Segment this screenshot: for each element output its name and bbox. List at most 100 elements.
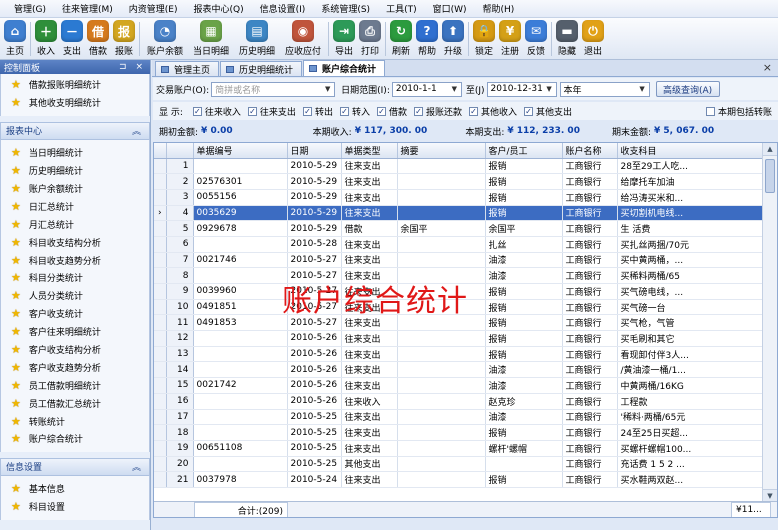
table-cell[interactable] [193,456,288,473]
display-checkbox[interactable]: ✓ 报账还款 [413,105,462,118]
table-cell[interactable] [397,236,486,253]
panel-item[interactable]: ★ 客户收支结构分析 [1,341,149,359]
table-row[interactable]: 5 0929678 2010-5-29 借款 余国平 余国平 工商银行生 活费 [154,220,763,237]
display-checkbox[interactable]: ✓ 其他收入 [469,105,517,118]
table-cell[interactable]: 0055156 [193,189,288,206]
table-row[interactable]: 20 2010-5-25 其他支出 工商银行 充话费 1 5 2 ... [154,456,763,473]
table-cell[interactable]: 0491851 [193,299,288,316]
table-cell[interactable]: 往来支出 [341,236,398,253]
row-number[interactable]: 16 [166,393,194,410]
col-header-customer[interactable]: 客户/员工 [485,143,563,159]
table-cell[interactable]: 油漆 [485,409,563,426]
table-row[interactable]: 12 2010-5-26 往来支出 报销 工商银行 买毛刷和其它 [154,330,763,347]
table-cell[interactable]: 中黄两桶/16KG [617,377,763,394]
panel-item[interactable]: ★ 科目收支结构分析 [1,233,149,251]
toolbar-button-refresh[interactable]: ↻ 刷新 [388,18,414,60]
col-header-account[interactable]: 账户名称 [562,143,618,159]
display-checkbox[interactable]: ✓ 借款 [376,105,407,118]
table-row[interactable]: 18 2010-5-25 往来支出 报销 工商银行 24至25日买超... [154,424,763,441]
table-cell[interactable]: 工商银行 [562,299,618,316]
table-cell[interactable]: 02576301 [193,173,288,190]
table-cell[interactable] [193,409,288,426]
toolbar-button-receivable[interactable]: ◉ 应收应付 [280,18,326,60]
table-cell[interactable]: 往来支出 [341,361,398,379]
chevron-down-icon[interactable]: ▼ [637,84,648,95]
table-cell[interactable]: 2010-5-27 [287,283,342,300]
table-cell[interactable]: 2010-5-27 [287,314,342,332]
panel-item[interactable]: ★ 科目收支趋势分析 [1,251,149,269]
tab-account-summary[interactable]: 账户综合统计 [303,60,386,76]
toolbar-button-income[interactable]: ＋ 收入 [33,18,59,60]
row-number[interactable]: 17 [166,409,194,426]
table-cell[interactable]: 往来支出 [341,299,398,316]
table-cell[interactable]: 24至25日买超... [617,424,763,441]
table-cell[interactable]: 买稀料两桶/65 [617,267,763,284]
table-cell[interactable]: 买气磅一台 [617,299,763,316]
checkbox-checked[interactable]: ✓ [339,106,349,116]
menu-item[interactable]: 工具(T) [378,2,425,15]
table-cell[interactable]: 工商银行 [562,361,618,379]
panel-item[interactable]: ★ 员工借款汇总统计 [1,394,149,412]
table-cell[interactable] [485,456,563,473]
table-cell[interactable]: 买气磅电线，... [617,283,763,300]
table-cell[interactable]: 工商银行 [562,267,618,284]
table-cell[interactable]: 买毛刷和其它 [617,330,763,347]
table-cell[interactable]: 报销 [485,158,563,175]
table-cell[interactable]: 2010-5-24 [287,471,342,488]
toolbar-button-help[interactable]: ? 帮助 [414,18,440,60]
table-cell[interactable]: 赵克珍 [485,393,563,410]
panel-item[interactable]: ★ 月汇总统计 [1,215,149,233]
toolbar-button-balance-pie[interactable]: ◔ 账户余额 [142,18,188,60]
panel-item[interactable]: ★ 日汇总统计 [1,197,149,215]
table-cell[interactable]: 余国平 [485,220,563,237]
chevron-down-icon[interactable]: ▼ [544,84,555,95]
table-cell[interactable]: 2010-5-27 [287,252,342,269]
table-row[interactable]: 3 0055156 2010-5-29 往来支出 报销 工商银行 给冯涛买米和... [154,189,763,206]
table-cell[interactable]: 28至29工人吃... [617,158,763,175]
table-cell[interactable] [397,409,486,426]
table-cell[interactable]: 报销 [485,299,563,316]
row-number[interactable]: 3 [166,189,194,206]
toolbar-button-exit[interactable]: ⏻ 退出 [580,18,606,60]
table-cell[interactable]: 2010-5-27 [287,267,342,284]
table-cell[interactable] [193,330,288,347]
table-row[interactable]: 1 2010-5-29 往来支出 报销 工商银行 28至29工人吃... [154,158,763,175]
menu-item[interactable]: 内资管理(E) [121,2,186,15]
table-cell[interactable]: 2010-5-26 [287,361,342,379]
table-cell[interactable]: 往来支出 [341,283,398,300]
table-cell[interactable] [193,361,288,379]
table-cell[interactable]: 2010-5-29 [287,189,342,206]
toolbar-button-feedback[interactable]: ✉ 反馈 [523,18,549,60]
table-cell[interactable]: 2010-5-25 [287,424,342,441]
col-header-date[interactable]: 日期 [287,143,342,159]
table-cell[interactable]: 2010-5-29 [287,158,342,175]
table-row[interactable]: 14 2010-5-26 往来支出 油漆 工商银行/黄油漆一桶/1... [154,361,763,379]
table-row[interactable]: 15 0021742 2010-5-26 往来支出 油漆 工商银行 中黄两桶/16KG [154,377,763,394]
table-row[interactable]: 17 2010-5-25 往来支出 油漆 工商银行 '稀料·两桶/65元 [154,409,763,426]
table-row[interactable]: 21 0037978 2010-5-24 往来支出 报销 工商银行 买水鞋两双赵... [154,471,763,488]
table-cell[interactable] [397,440,486,457]
toolbar-button-register-yen[interactable]: ¥ 注册 [497,18,523,60]
menu-item[interactable]: 帮助(H) [475,2,523,15]
table-cell[interactable]: 2010-5-25 [287,409,342,426]
table-cell[interactable]: 0035629 [193,205,288,222]
table-cell[interactable]: 0021746 [193,252,288,269]
table-cell[interactable]: 工商银行 [562,424,618,441]
table-cell[interactable]: 工商银行 [562,440,618,457]
table-cell[interactable]: 其他支出 [341,456,398,473]
toolbar-button-reimburse[interactable]: 报报账 [111,18,137,60]
row-number[interactable]: 15 [166,377,194,394]
table-cell[interactable] [193,346,288,363]
panel-item[interactable]: ★ 当日明细统计 [1,144,149,162]
toolbar-button-daily-detail[interactable]: ▦ 当日明细 [188,18,234,60]
checkbox-box[interactable] [705,106,715,116]
table-cell[interactable]: 往来支出 [341,189,398,206]
table-cell[interactable]: 2010-5-26 [287,346,342,363]
panel-item[interactable]: ★ 转账统计 [1,412,149,430]
table-cell[interactable]: 0929678 [193,220,288,237]
row-number[interactable]: 1 [166,158,194,175]
table-cell[interactable] [193,424,288,441]
row-number[interactable]: 2 [166,173,194,190]
account-input[interactable]: 简拼或名称 ▼ [211,81,336,97]
chevron-down-icon[interactable]: ▼ [449,84,460,95]
